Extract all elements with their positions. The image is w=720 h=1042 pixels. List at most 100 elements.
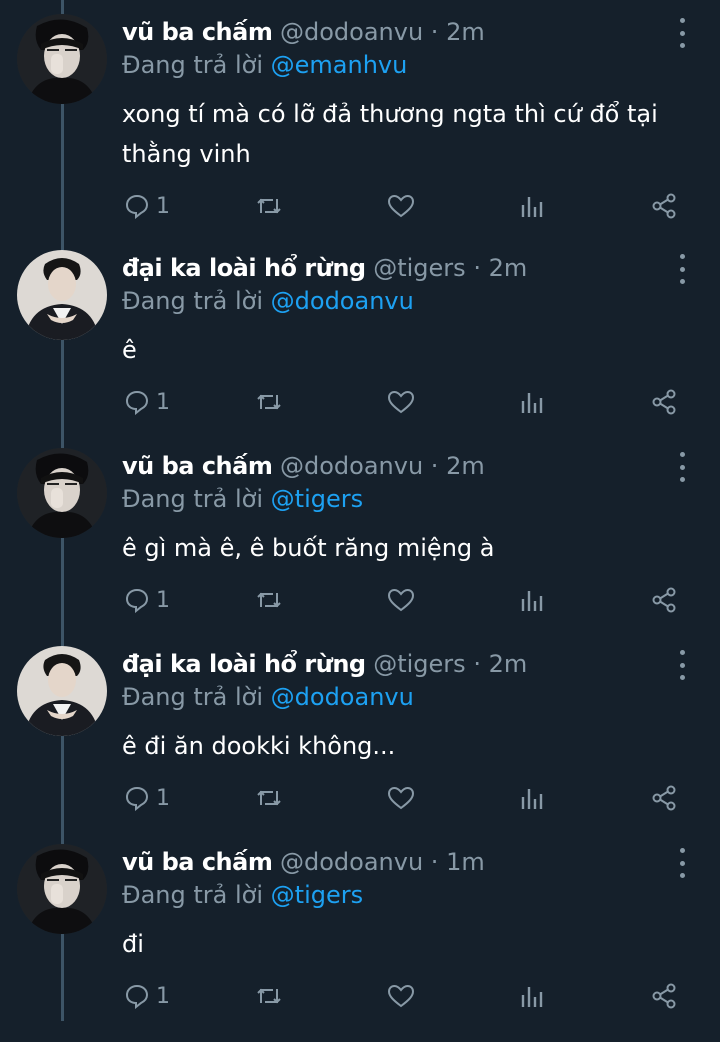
reply-to-link[interactable]: @emanhvu [271,51,408,79]
author-name[interactable]: đại ka loài hổ rừng [122,650,366,678]
reply-icon [125,588,149,613]
author-handle[interactable]: @dodoanvu [280,452,423,480]
share-button[interactable] [650,384,678,420]
reply-button[interactable]: 1 [124,582,170,618]
tweet-text-line: thằng vinh [122,140,251,168]
avatar-photo [17,448,107,538]
more-options-icon[interactable] [672,254,692,284]
author-name[interactable]: vũ ba chấm [122,18,273,46]
avatar-photo [17,14,107,104]
reply-icon [125,390,149,415]
reply-count: 1 [156,785,170,811]
author-handle[interactable]: @dodoanvu [280,18,423,46]
analytics-button[interactable] [520,188,544,224]
analytics-icon [521,591,543,611]
tweet-text: xong tí mà có lỡ đả thương ngta thì cứ đ… [122,94,682,174]
reply-prefix: Đang trả lời [122,881,264,909]
timestamp[interactable]: 1m [446,848,485,876]
more-options-icon[interactable] [672,452,692,482]
tweet[interactable]: đại ka loài hổ rừng @tigers · 2m Đang tr… [0,646,720,844]
share-icon [652,785,676,811]
tweet[interactable]: đại ka loài hổ rừng @tigers · 2m Đang tr… [0,250,720,448]
retweet-button[interactable] [254,978,284,1014]
avatar[interactable] [17,14,107,104]
retweet-icon [257,988,281,1004]
avatar[interactable] [17,646,107,736]
reply-to-link[interactable]: @tigers [271,485,363,513]
reply-button[interactable]: 1 [124,384,170,420]
like-button[interactable] [387,780,415,816]
reply-context: Đang trả lời @dodoanvu [122,680,414,714]
author-handle[interactable]: @dodoanvu [280,848,423,876]
like-icon [387,786,415,810]
more-options-icon[interactable] [672,848,692,878]
reply-to-link[interactable]: @dodoanvu [271,683,414,711]
reply-icon [125,984,149,1009]
retweet-icon [257,394,281,410]
timestamp[interactable]: 2m [489,254,528,282]
avatar[interactable] [17,250,107,340]
reply-context: Đang trả lời @emanhvu [122,48,407,82]
reply-button[interactable]: 1 [124,978,170,1014]
like-button[interactable] [387,978,415,1014]
tweet-text: ê đi ăn dookki không... [122,726,682,766]
reply-count: 1 [156,389,170,415]
reply-to-link[interactable]: @dodoanvu [271,287,414,315]
author-name[interactable]: vũ ba chấm [122,848,273,876]
reply-prefix: Đang trả lời [122,485,264,513]
share-button[interactable] [650,582,678,618]
reply-icon [125,194,149,219]
tweet-header: vũ ba chấm @dodoanvu · 1m [122,844,660,880]
like-button[interactable] [387,188,415,224]
reply-button[interactable]: 1 [124,188,170,224]
retweet-button[interactable] [254,384,284,420]
analytics-button[interactable] [520,384,544,420]
avatar-photo [17,844,107,934]
tweet-text: ê [122,330,682,370]
reply-context: Đang trả lời @tigers [122,878,363,912]
share-button[interactable] [650,780,678,816]
author-handle[interactable]: @tigers [373,254,465,282]
share-button[interactable] [650,978,678,1014]
avatar[interactable] [17,844,107,934]
tweet[interactable]: vũ ba chấm @dodoanvu · 2m Đang trả lời @… [0,448,720,646]
retweet-button[interactable] [254,188,284,224]
action-bar: 1 [0,188,720,224]
analytics-button[interactable] [520,978,544,1014]
author-handle[interactable]: @tigers [373,650,465,678]
reply-button[interactable]: 1 [124,780,170,816]
retweet-button[interactable] [254,780,284,816]
reply-prefix: Đang trả lời [122,287,264,315]
reply-context: Đang trả lời @dodoanvu [122,284,414,318]
analytics-button[interactable] [520,582,544,618]
share-icon [652,389,676,415]
more-options-icon[interactable] [672,650,692,680]
author-name[interactable]: vũ ba chấm [122,452,273,480]
analytics-icon [521,987,543,1007]
tweet-header: vũ ba chấm @dodoanvu · 2m [122,14,660,50]
like-button[interactable] [387,582,415,618]
tweet-header: đại ka loài hổ rừng @tigers · 2m [122,250,660,286]
like-icon [387,984,415,1008]
tweet-header: đại ka loài hổ rừng @tigers · 2m [122,646,660,682]
author-name[interactable]: đại ka loài hổ rừng [122,254,366,282]
avatar[interactable] [17,448,107,538]
avatar-photo [17,646,107,736]
timestamp[interactable]: 2m [489,650,528,678]
timestamp[interactable]: 2m [446,452,485,480]
action-bar: 1 [0,780,720,816]
retweet-button[interactable] [254,582,284,618]
reply-to-link[interactable]: @tigers [271,881,363,909]
timestamp[interactable]: 2m [446,18,485,46]
like-button[interactable] [387,384,415,420]
analytics-button[interactable] [520,780,544,816]
tweet[interactable]: vũ ba chấm @dodoanvu · 1m Đang trả lời @… [0,844,720,1042]
separator-dot: · [473,650,481,678]
tweet-text-line: xong tí mà có lỡ đả thương ngta thì cứ đ… [122,100,658,128]
separator-dot: · [430,18,439,46]
more-options-icon[interactable] [672,18,692,48]
retweet-icon [257,790,281,806]
share-icon [652,193,676,219]
tweet[interactable]: vũ ba chấm @dodoanvu · 2m Đang trả lời @… [0,14,720,219]
share-button[interactable] [650,188,678,224]
